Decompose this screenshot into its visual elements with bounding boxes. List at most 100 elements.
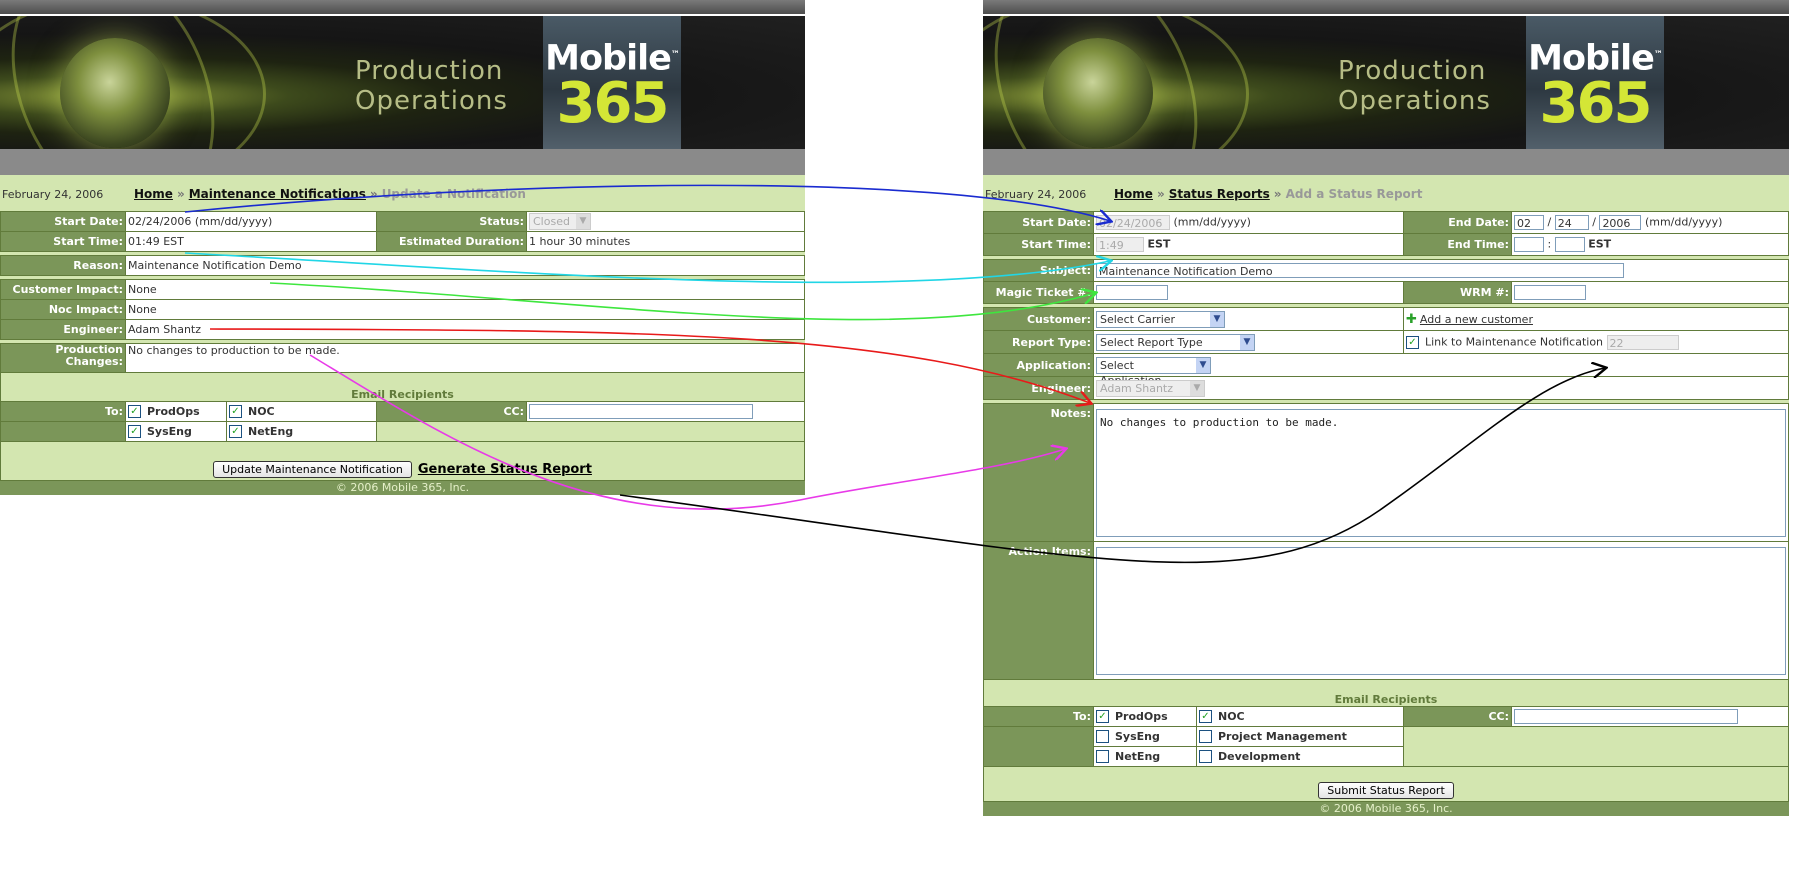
start-time-cell: 1:49 EST <box>1093 233 1404 256</box>
current-date: February 24, 2006 <box>985 188 1087 201</box>
recipient-syseng[interactable]: ✓ SysEng <box>126 422 227 441</box>
submit-status-report-button[interactable]: Submit Status Report <box>1318 782 1454 799</box>
reason-value: Maintenance Notification Demo <box>125 255 805 276</box>
empty-label <box>983 726 1094 767</box>
end-day-input[interactable]: 24 <box>1554 215 1589 230</box>
end-minute-input[interactable] <box>1554 237 1585 252</box>
breadcrumb-status-reports-link[interactable]: Status Reports <box>1169 187 1270 201</box>
magic-ticket-input[interactable] <box>1096 285 1168 300</box>
status-label: Status: <box>376 211 527 232</box>
end-year-input[interactable]: 2006 <box>1599 215 1642 230</box>
engineer-cell: Adam Shantz ▼ <box>1093 376 1789 400</box>
subject-cell: Maintenance Notification Demo <box>1093 259 1789 282</box>
email-cc-label: CC: <box>1403 706 1512 727</box>
wrm-input[interactable] <box>1514 285 1586 300</box>
breadcrumb-row: February 24, 2006 Home» Status Reports» Ad… <box>983 175 1789 211</box>
checkbox-noc[interactable]: ✓ <box>1199 710 1212 724</box>
breadcrumb-maintenance-link[interactable]: Maintenance Notifications <box>189 187 366 201</box>
checkbox-syseng[interactable]: ✓ <box>128 425 141 439</box>
start-date-cell: 02/24/2006 (mm/dd/yyyy) <box>1093 211 1404 234</box>
status-select[interactable]: Closed ▼ <box>529 213 591 230</box>
customer-impact-label: Customer Impact: <box>0 279 126 300</box>
gray-bar <box>0 149 805 175</box>
duration-label: Estimated Duration: <box>376 231 527 252</box>
start-date-value: 02/24/2006 (mm/dd/yyyy) <box>125 211 377 232</box>
empty-cell <box>1403 726 1789 767</box>
checkbox-prodops[interactable]: ✓ <box>128 405 141 419</box>
recipient-prodops[interactable]: ✓ ProdOps <box>126 402 227 421</box>
application-select[interactable]: Select Application▼ <box>1096 356 1211 387</box>
cc-input[interactable] <box>529 404 753 419</box>
mobile365-logo: Mobile™ 365 <box>1526 16 1664 149</box>
gray-bar <box>983 149 1789 175</box>
header-banner: Production Operations Mobile™ 365 <box>0 16 805 149</box>
action-items-textarea[interactable] <box>1096 546 1786 675</box>
checkbox-link-notification[interactable]: ✓ <box>1406 335 1419 349</box>
footer: © 2006 Mobile 365, Inc. <box>0 481 805 495</box>
production-changes-value: No changes to production to be made. <box>125 343 805 373</box>
end-time-cell: : EST <box>1511 233 1789 256</box>
customer-cell: Select Carrier ▼ <box>1093 307 1404 331</box>
notes-textarea[interactable]: No changes to production to be made. <box>1096 408 1786 537</box>
end-hour-input[interactable] <box>1514 237 1544 252</box>
reason-label: Reason: <box>0 255 126 276</box>
start-date-label: Start Date: <box>983 211 1094 234</box>
notes-cell: No changes to production to be made. <box>1093 403 1789 542</box>
action-row: Submit Status Report <box>983 766 1789 802</box>
recipient-project-management[interactable]: Project Management <box>1197 727 1404 746</box>
checkbox-syseng[interactable] <box>1096 730 1109 744</box>
start-time-label: Start Time: <box>0 231 126 252</box>
chevron-down-icon: ▼ <box>1190 380 1204 396</box>
email-to-label: To: <box>0 401 126 422</box>
link-notification-cell: ✓ Link to Maintenance Notification 22 <box>1403 330 1789 354</box>
customer-select[interactable]: Select Carrier ▼ <box>1096 310 1225 328</box>
recipient-cell: ✓ SysEng ✓ NetEng <box>125 421 377 442</box>
end-month-input[interactable]: 02 <box>1514 215 1544 230</box>
report-type-select[interactable]: Select Report Type ▼ <box>1096 333 1255 351</box>
start-time-label: Start Time: <box>983 233 1094 256</box>
update-notification-button[interactable]: Update Maintenance Notification <box>213 461 412 478</box>
generate-status-report-link[interactable]: Generate Status Report <box>418 462 592 477</box>
subject-input[interactable]: Maintenance Notification Demo <box>1096 263 1624 278</box>
recipient-neteng[interactable]: NetEng <box>1094 747 1197 766</box>
email-cc-label: CC: <box>376 401 527 422</box>
checkbox-noc[interactable]: ✓ <box>229 405 242 419</box>
breadcrumb: Home» Maintenance Notifications» Update a … <box>134 187 526 201</box>
breadcrumb-home-link[interactable]: Home <box>134 187 173 201</box>
breadcrumb-home-link[interactable]: Home <box>1114 187 1153 201</box>
checkbox-prodops[interactable]: ✓ <box>1096 710 1109 724</box>
checkbox-neteng[interactable] <box>1096 750 1109 764</box>
recipient-noc[interactable]: ✓ NOC <box>1197 707 1404 726</box>
engineer-select[interactable]: Adam Shantz ▼ <box>1096 379 1205 397</box>
breadcrumb-row: February 24, 2006 Home» Maintenance Notif… <box>0 175 805 211</box>
cc-input[interactable] <box>1514 709 1738 724</box>
recipient-development[interactable]: Development <box>1197 747 1404 766</box>
email-recipients-heading: Email Recipients <box>983 679 1789 707</box>
recipient-neteng[interactable]: ✓ NetEng <box>227 422 377 441</box>
breadcrumb-current: Update a Notification <box>381 187 526 201</box>
add-customer-link[interactable]: Add a new customer <box>1420 313 1533 326</box>
action-items-cell <box>1093 541 1789 680</box>
start-time-input[interactable]: 1:49 <box>1096 237 1144 252</box>
add-customer-cell: ✚ Add a new customer <box>1403 307 1789 331</box>
start-date-input[interactable]: 02/24/2006 <box>1096 215 1170 230</box>
cc-cell <box>526 401 805 422</box>
report-type-cell: Select Report Type ▼ <box>1093 330 1404 354</box>
maintenance-notification-page: Production Operations Mobile™ 365 Februar… <box>0 0 805 495</box>
recipient-cell: SysEng Project Management <box>1093 726 1404 747</box>
current-date: February 24, 2006 <box>2 188 104 201</box>
checkbox-development[interactable] <box>1199 750 1212 764</box>
action-items-label: Action Items: <box>983 541 1094 680</box>
checkbox-neteng[interactable]: ✓ <box>229 425 242 439</box>
checkbox-project-management[interactable] <box>1199 730 1212 744</box>
email-to-label: To: <box>983 706 1094 727</box>
recipient-noc[interactable]: ✓ NOC <box>227 402 377 421</box>
recipient-syseng[interactable]: SysEng <box>1094 727 1197 746</box>
start-date-label: Start Date: <box>0 211 126 232</box>
link-notification-input[interactable]: 22 <box>1606 334 1679 350</box>
recipient-prodops[interactable]: ✓ ProdOps <box>1094 707 1197 726</box>
globe-icon <box>1043 38 1153 148</box>
noc-impact-label: Noc Impact: <box>0 299 126 320</box>
chevron-down-icon: ▼ <box>1196 357 1210 373</box>
action-row: Update Maintenance Notification Generate … <box>0 441 805 481</box>
